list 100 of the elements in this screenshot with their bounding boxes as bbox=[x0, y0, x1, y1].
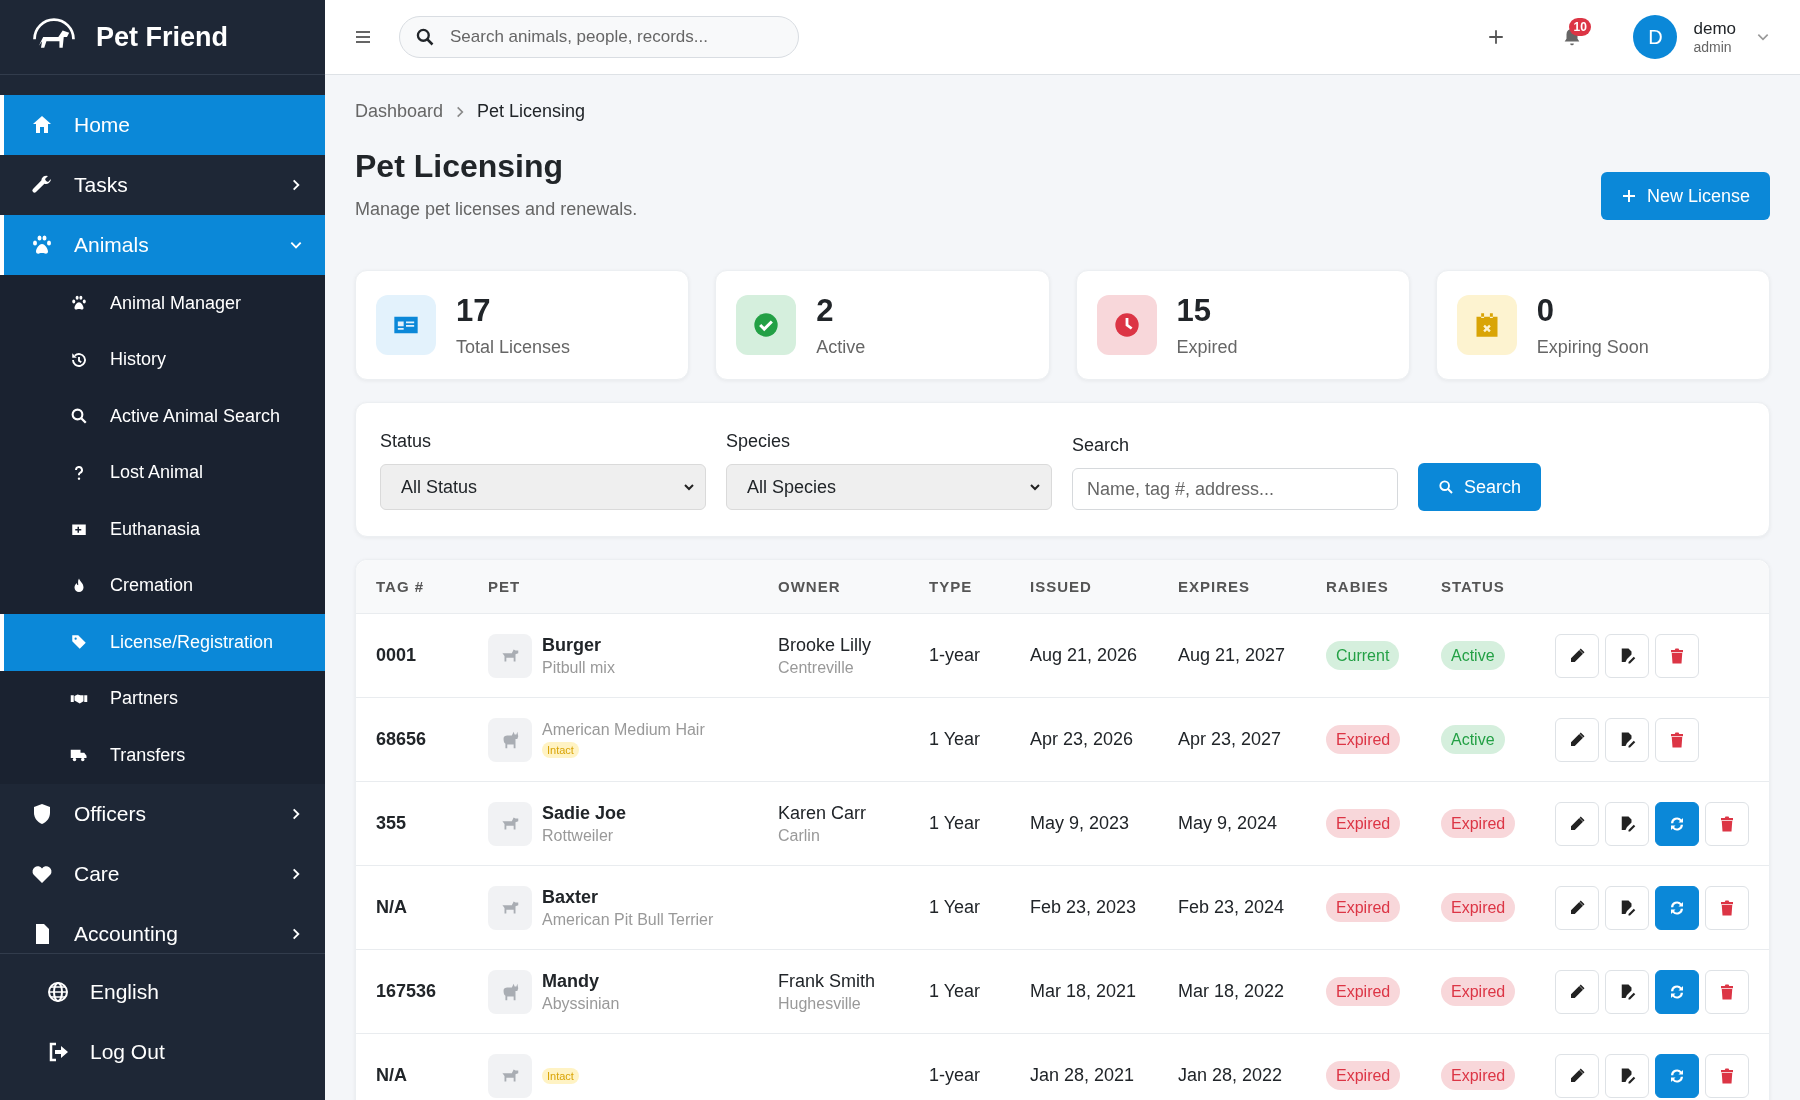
pet-breed: Pitbull mix bbox=[542, 658, 615, 677]
check-circle-icon bbox=[752, 311, 781, 339]
nav-item[interactable]: Animals bbox=[0, 215, 325, 275]
stat-value: 2 bbox=[816, 292, 835, 329]
status-select[interactable]: All Status bbox=[380, 464, 706, 510]
owner-city: Carlin bbox=[778, 826, 821, 845]
breadcrumb-link[interactable]: Dashboard bbox=[355, 101, 444, 122]
nav-item[interactable]: Home bbox=[0, 95, 325, 155]
intact-badge: Intact bbox=[542, 1067, 579, 1084]
stat-label: Active bbox=[816, 336, 866, 358]
table-cell-text: Aug 21, 2027 bbox=[1178, 643, 1287, 667]
table-cell-text: 1-year bbox=[929, 645, 982, 666]
sign-button[interactable] bbox=[1605, 717, 1649, 762]
submenu-item[interactable]: Transfers bbox=[0, 727, 325, 784]
new-license-button[interactable]: New License bbox=[1600, 172, 1770, 220]
edit-button[interactable] bbox=[1555, 1053, 1599, 1098]
submenu-item[interactable]: History bbox=[0, 331, 325, 388]
table-cell-text: Mar 18, 2022 bbox=[1178, 979, 1286, 1003]
table-cell-text: 68656 bbox=[376, 729, 428, 750]
stat-value: 15 bbox=[1176, 292, 1212, 329]
sign-button[interactable] bbox=[1605, 633, 1649, 678]
edit-button[interactable] bbox=[1555, 969, 1599, 1014]
owner-city: Centreville bbox=[778, 658, 855, 677]
avatar[interactable]: D bbox=[1633, 15, 1678, 59]
edit-button[interactable] bbox=[1555, 633, 1599, 678]
chevron-down-icon bbox=[683, 481, 695, 493]
paw-icon bbox=[30, 233, 54, 257]
submenu-item[interactable]: Animal Manager bbox=[0, 275, 325, 332]
edit-button[interactable] bbox=[1555, 717, 1599, 762]
nav-item[interactable]: Care bbox=[0, 843, 325, 904]
delete-button[interactable] bbox=[1705, 969, 1749, 1014]
submenu-item[interactable]: License/Registration bbox=[0, 614, 325, 671]
search-field[interactable]: Name, tag #, address... bbox=[1072, 468, 1398, 510]
table-cell-text: 1 Year bbox=[929, 981, 982, 1002]
search-icon bbox=[1438, 479, 1454, 495]
sync-icon bbox=[1668, 1066, 1686, 1085]
trash-icon bbox=[1718, 814, 1736, 833]
stat-label: Expiring Soon bbox=[1536, 336, 1649, 358]
page-subtitle: Manage pet licenses and renewals. bbox=[355, 199, 638, 220]
sign-button[interactable] bbox=[1605, 969, 1649, 1014]
table-cell-text: Apr 23, 2026 bbox=[1030, 727, 1135, 751]
column-header: TYPE bbox=[929, 578, 974, 595]
status-badge: Active bbox=[1441, 641, 1505, 670]
table-cell-text: 0001 bbox=[376, 645, 418, 666]
plus-icon[interactable] bbox=[1487, 28, 1506, 46]
renew-button[interactable] bbox=[1655, 969, 1699, 1014]
search-icon bbox=[415, 27, 435, 47]
nav-item[interactable]: Tasks bbox=[0, 155, 325, 215]
column-header: EXPIRES bbox=[1178, 578, 1252, 595]
column-header: RABIES bbox=[1326, 578, 1390, 595]
footer-link[interactable]: English bbox=[0, 962, 325, 1022]
search-field[interactable]: Search animals, people, records... bbox=[399, 16, 799, 58]
delete-button[interactable] bbox=[1655, 717, 1699, 762]
footer-link[interactable]: Log Out bbox=[0, 1022, 325, 1082]
status-badge: Expired bbox=[1441, 809, 1516, 838]
sign-button[interactable] bbox=[1605, 1053, 1649, 1098]
delete-button[interactable] bbox=[1705, 801, 1749, 846]
owner-name: Karen Carr bbox=[778, 802, 868, 824]
sign-button[interactable] bbox=[1605, 801, 1649, 846]
table-cell-text: N/A bbox=[376, 897, 408, 918]
status-badge: Active bbox=[1441, 725, 1505, 754]
user-role: admin bbox=[1693, 39, 1733, 55]
submenu-item[interactable]: Euthanasia bbox=[0, 501, 325, 558]
renew-button[interactable] bbox=[1655, 885, 1699, 930]
rabies-badge: Current bbox=[1326, 641, 1400, 670]
renew-button[interactable] bbox=[1655, 1053, 1699, 1098]
table-cell-text: Jan 28, 2022 bbox=[1178, 1063, 1284, 1087]
delete-button[interactable] bbox=[1705, 1053, 1749, 1098]
table-cell-text: 1 Year bbox=[929, 813, 982, 834]
trash-icon bbox=[1718, 898, 1736, 917]
delete-button[interactable] bbox=[1705, 885, 1749, 930]
nav-item[interactable]: Accounting bbox=[0, 903, 325, 953]
renew-button[interactable] bbox=[1655, 801, 1699, 846]
submenu-item[interactable]: Partners bbox=[0, 670, 325, 727]
sync-icon bbox=[1668, 814, 1686, 833]
pencil-icon bbox=[1568, 730, 1586, 749]
table-cell-text: 1 Year bbox=[929, 897, 982, 918]
search-button[interactable]: Search bbox=[1418, 463, 1542, 511]
field-label: Search bbox=[1072, 435, 1131, 456]
column-header: STATUS bbox=[1441, 578, 1506, 595]
edit-button[interactable] bbox=[1555, 801, 1599, 846]
table-cell-text: Feb 23, 2023 bbox=[1030, 895, 1138, 919]
submenu-item[interactable]: Lost Animal bbox=[0, 444, 325, 501]
submenu-item[interactable]: Active Animal Search bbox=[0, 388, 325, 445]
page-title: Pet Licensing bbox=[355, 148, 565, 185]
species-select[interactable]: All Species bbox=[726, 464, 1052, 510]
status-badge: Expired bbox=[1441, 1061, 1516, 1090]
column-header: PET bbox=[488, 578, 522, 595]
delete-button[interactable] bbox=[1655, 633, 1699, 678]
pet-breed: Abyssinian bbox=[542, 994, 620, 1013]
edit-button[interactable] bbox=[1555, 885, 1599, 930]
rabies-badge: Expired bbox=[1326, 977, 1401, 1006]
submenu-item[interactable]: Cremation bbox=[0, 557, 325, 614]
trash-icon bbox=[1718, 1066, 1736, 1085]
nav-item[interactable]: Officers bbox=[0, 783, 325, 844]
table-cell-text: Feb 23, 2024 bbox=[1178, 895, 1286, 919]
status-badge: Expired bbox=[1441, 977, 1516, 1006]
sign-button[interactable] bbox=[1605, 885, 1649, 930]
pet-breed: Rottweiler bbox=[542, 826, 614, 845]
menu-icon[interactable] bbox=[355, 30, 371, 44]
